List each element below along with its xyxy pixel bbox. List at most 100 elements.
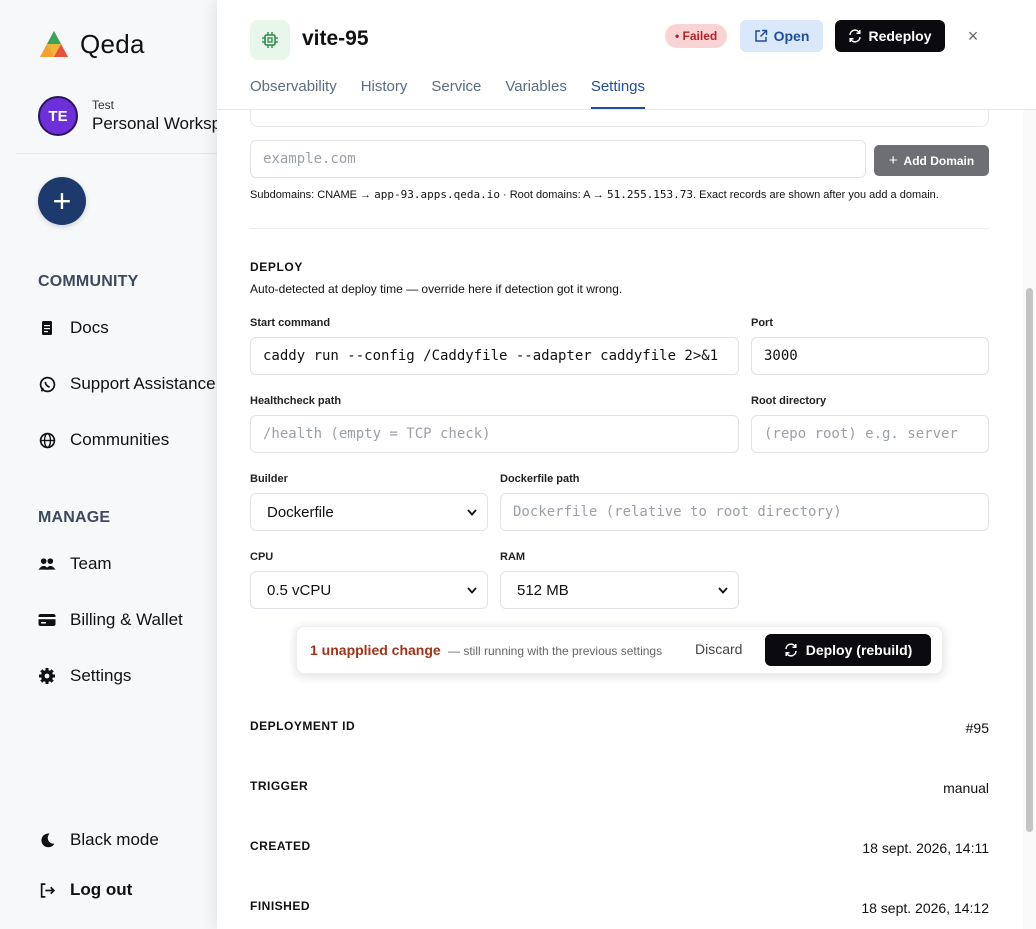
- chip-icon: [250, 20, 290, 60]
- dns-hint-prefix: Subdomains: CNAME →: [250, 189, 375, 201]
- port-label: Port: [751, 317, 773, 329]
- redeploy-button[interactable]: Redeploy: [835, 20, 945, 52]
- wallet-icon: [38, 611, 56, 629]
- dns-hint-suffix: . Exact records are shown after you add …: [693, 189, 939, 201]
- panel-tabs: Observability History Service Variables …: [250, 74, 669, 109]
- logout-button[interactable]: Log out: [38, 880, 132, 900]
- globe-icon: [38, 431, 56, 449]
- section-divider: [250, 228, 989, 229]
- healthcheck-input[interactable]: /health (empty = TCP check): [250, 415, 739, 453]
- scrollbar[interactable]: [1023, 110, 1036, 929]
- settings-content: example.com + Add Domain Subdomains: CNA…: [217, 90, 1036, 929]
- cpu-label: CPU: [250, 551, 274, 563]
- team-icon: [38, 555, 56, 573]
- sidebar-divider: [16, 153, 217, 154]
- open-button[interactable]: Open: [740, 20, 823, 52]
- unapplied-changes-bar: 1 unapplied change — still running with …: [296, 626, 943, 674]
- plus-icon: +: [888, 152, 898, 169]
- workspace-switcher[interactable]: TE Test Personal Workspace: [38, 96, 217, 136]
- dockerfile-path-input[interactable]: Dockerfile (relative to root directory): [500, 493, 989, 531]
- status-badge: • Failed: [665, 24, 728, 48]
- start-command-label: Start command: [250, 317, 331, 329]
- new-project-button[interactable]: +: [38, 177, 86, 225]
- dns-hint: Subdomains: CNAME → app-93.apps.qeda.io …: [250, 188, 939, 201]
- workspace-label: Test: [92, 98, 115, 112]
- tab-settings[interactable]: Settings: [590, 74, 646, 109]
- sidebar-item-team[interactable]: Team: [38, 554, 112, 574]
- trigger-value: manual: [943, 780, 989, 796]
- tab-variables[interactable]: Variables: [505, 74, 566, 109]
- chevron-down-icon: [467, 508, 477, 516]
- ram-value: 512 MB: [517, 581, 569, 599]
- cpu-value: 0.5 vCPU: [267, 581, 332, 599]
- logout-icon: [38, 881, 56, 899]
- healthcheck-label: Healthcheck path: [250, 395, 342, 407]
- chevron-down-icon: [467, 586, 477, 594]
- close-icon[interactable]: ×: [963, 24, 983, 48]
- sidebar-item-label: Support Assistance: [70, 374, 216, 393]
- tab-history[interactable]: History: [361, 74, 408, 109]
- sidebar-item-support[interactable]: Support Assistance: [38, 374, 216, 394]
- logout-label: Log out: [70, 880, 133, 899]
- unapplied-subtitle: — still running with the previous settin…: [448, 644, 663, 658]
- qeda-logo-icon: [40, 31, 68, 57]
- add-domain-button[interactable]: + Add Domain: [874, 145, 989, 176]
- moon-icon: [38, 831, 56, 849]
- sidebar: Qeda TE Test Personal Workspace + COMMUN…: [0, 0, 217, 929]
- gear-icon: [38, 667, 56, 685]
- tab-service[interactable]: Service: [431, 74, 481, 109]
- deploy-description: Auto-detected at deploy time — override …: [250, 282, 623, 296]
- service-title: vite-95: [302, 27, 369, 50]
- unapplied-count: 1 unapplied change: [310, 642, 441, 658]
- domain-input[interactable]: example.com: [250, 140, 866, 178]
- refresh-icon: [784, 643, 797, 657]
- discard-button[interactable]: Discard: [695, 641, 742, 657]
- sidebar-item-docs[interactable]: Docs: [38, 318, 109, 338]
- cname-target: app-93.apps.qeda.io: [374, 188, 500, 201]
- deploy-rebuild-label: Deploy (rebuild): [805, 642, 913, 658]
- cpu-select[interactable]: 0.5 vCPU: [250, 571, 488, 609]
- community-header: COMMUNITY: [38, 273, 139, 290]
- add-domain-label: Add Domain: [903, 153, 975, 168]
- black-mode-toggle[interactable]: Black mode: [38, 830, 159, 850]
- workspace-avatar: TE: [38, 96, 78, 136]
- sidebar-item-label: Team: [70, 554, 112, 573]
- service-panel: vite-95 • Failed Open Redeploy × Observa…: [217, 0, 1036, 929]
- docs-icon: [38, 319, 56, 337]
- finished-label: FINISHED: [250, 899, 311, 913]
- workspace-name: Personal Workspace: [92, 114, 217, 133]
- sidebar-item-label: Docs: [70, 318, 109, 337]
- external-link-icon: [754, 29, 767, 42]
- deployment-id-value: #95: [965, 720, 989, 736]
- ram-label: RAM: [500, 551, 526, 563]
- sidebar-item-label: Settings: [70, 666, 132, 685]
- port-input[interactable]: 3000: [751, 337, 989, 375]
- root-directory-label: Root directory: [751, 395, 827, 407]
- dns-hint-mid: · Root domains: A →: [499, 189, 607, 201]
- root-directory-input[interactable]: (repo root) e.g. server: [751, 415, 989, 453]
- sidebar-item-label: Communities: [70, 430, 170, 449]
- black-mode-label: Black mode: [70, 830, 159, 849]
- deployment-id-label: DEPLOYMENT ID: [250, 719, 356, 733]
- finished-value: 18 sept. 2026, 14:12: [861, 900, 989, 916]
- whatsapp-icon: [38, 375, 56, 393]
- builder-value: Dockerfile: [267, 503, 334, 521]
- start-command-input[interactable]: caddy run --config /Caddyfile --adapter …: [250, 337, 739, 375]
- builder-select[interactable]: Dockerfile: [250, 493, 488, 531]
- scrollbar-thumb[interactable]: [1026, 288, 1033, 832]
- dockerfile-path-label: Dockerfile path: [500, 473, 580, 485]
- sidebar-item-communities[interactable]: Communities: [38, 430, 169, 450]
- deploy-section-title: DEPLOY: [250, 260, 303, 274]
- sidebar-item-billing[interactable]: Billing & Wallet: [38, 610, 183, 630]
- trigger-label: TRIGGER: [250, 779, 309, 793]
- app-logo[interactable]: Qeda: [38, 28, 145, 60]
- manage-header: MANAGE: [38, 509, 111, 526]
- panel-header: vite-95 • Failed Open Redeploy × Observa…: [217, 0, 1036, 110]
- deploy-rebuild-button[interactable]: Deploy (rebuild): [765, 634, 931, 666]
- sidebar-item-settings[interactable]: Settings: [38, 666, 131, 686]
- refresh-icon: [849, 29, 862, 43]
- open-label: Open: [773, 28, 810, 44]
- sidebar-item-label: Billing & Wallet: [70, 610, 183, 629]
- ram-select[interactable]: 512 MB: [500, 571, 739, 609]
- tab-observability[interactable]: Observability: [250, 74, 337, 109]
